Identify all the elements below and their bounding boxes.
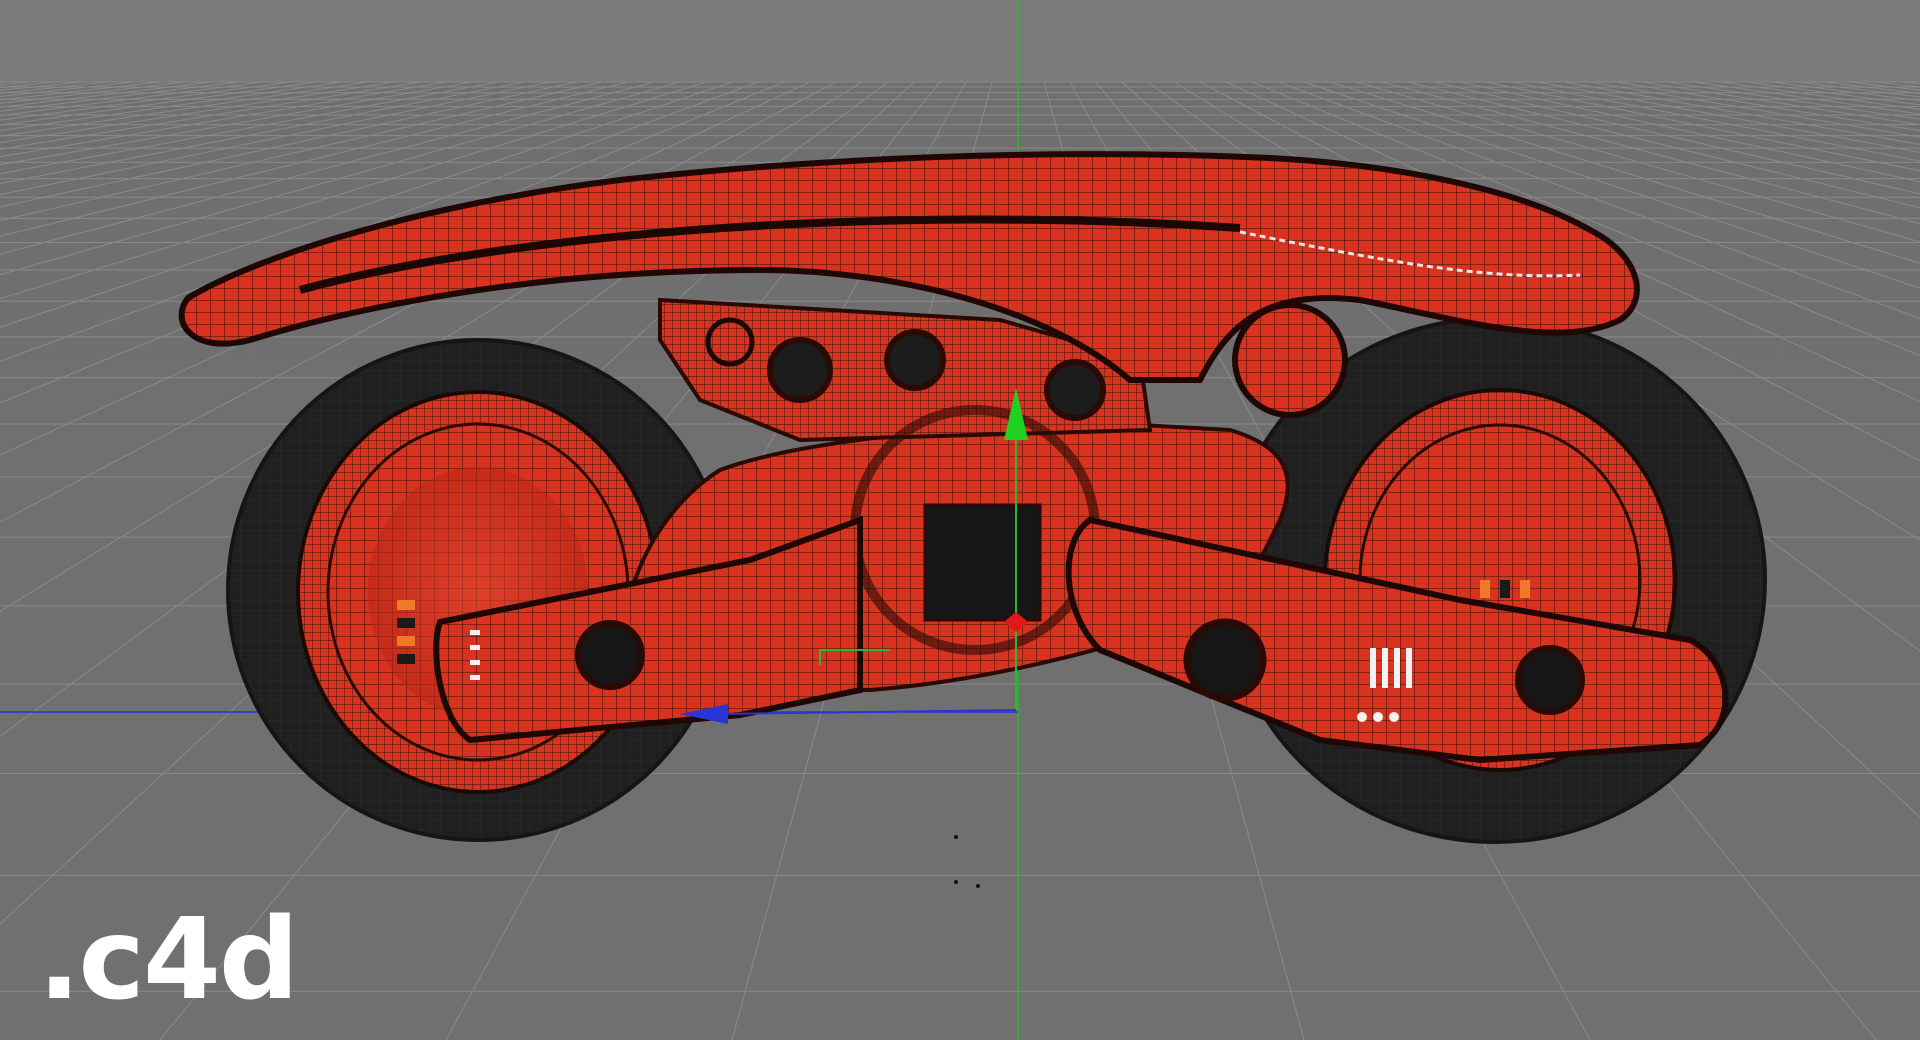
grid-line [1875, 81, 1920, 88]
motor-block [923, 503, 1042, 622]
3d-viewport[interactable]: .c4d [0, 0, 1920, 1040]
motorcycle-model[interactable] [178, 151, 1767, 844]
front-fork-hub [1232, 302, 1348, 418]
rear-swingarm-bolt [575, 620, 645, 690]
grid-line [1797, 81, 1920, 98]
front-swingarm-bolt [1183, 618, 1267, 702]
grid-line [1901, 81, 1920, 85]
grid-line [0, 81, 31, 86]
vertex-points [954, 835, 980, 888]
grid-line [1771, 81, 1920, 102]
file-format-label: .c4d [38, 895, 299, 1025]
grid-line [0, 81, 5, 83]
grid-line [1823, 81, 1920, 94]
front-hub-bolt [1515, 645, 1585, 715]
viewport-canvas[interactable] [0, 0, 1920, 1040]
grid-line [1849, 81, 1920, 91]
grid-line [1745, 81, 1920, 106]
